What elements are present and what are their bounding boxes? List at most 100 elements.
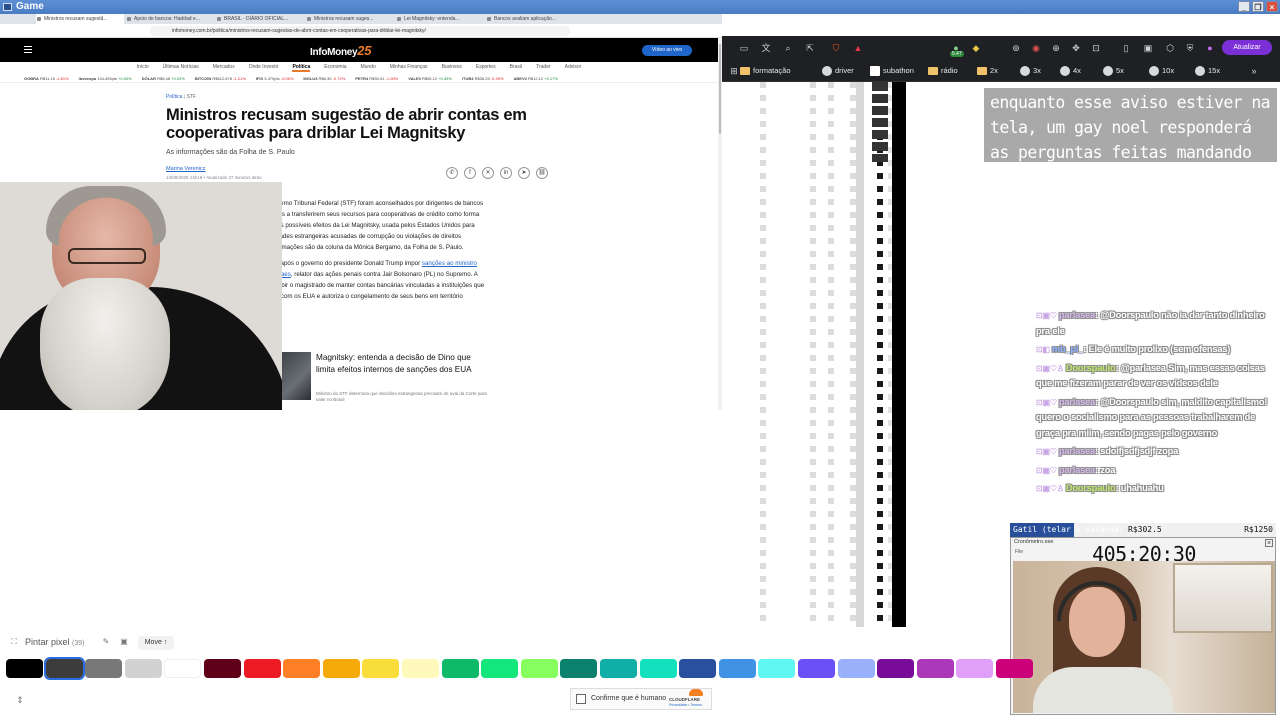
color-swatch[interactable]: [639, 659, 677, 678]
captcha-checkbox[interactable]: [576, 694, 586, 704]
share-icon[interactable]: ⇱: [804, 42, 816, 54]
ticker-item[interactable]: BITCOIN R$612.878 -1,21%: [195, 74, 246, 82]
facebook-icon[interactable]: f: [464, 167, 476, 179]
color-swatch[interactable]: [837, 659, 875, 678]
bookmark-item[interactable]: subathon: [870, 65, 914, 77]
browser-tab[interactable]: Lei Magnitsky: entenda...: [396, 14, 484, 24]
browser-tab[interactable]: BRASIL - DIÁRIO OFICIAL...: [216, 14, 304, 24]
url-field[interactable]: infomoney.com.br/politica/ministros-recu…: [150, 26, 570, 36]
link-icon[interactable]: ⛓: [536, 167, 548, 179]
browser-tab[interactable]: Apoio de bancos: Haddad e...: [126, 14, 214, 24]
brave-shield-icon[interactable]: ⛉: [830, 42, 842, 54]
screenshot-icon[interactable]: ⊡: [1090, 42, 1102, 54]
nav-item[interactable]: Business: [442, 62, 462, 72]
color-swatch[interactable]: [124, 659, 162, 678]
ticker-item[interactable]: IFIX 3.479pts -0,06%: [256, 74, 294, 82]
color-swatch[interactable]: [798, 659, 835, 678]
color-swatch[interactable]: [43, 657, 85, 680]
nav-item[interactable]: Minhas Finanças: [390, 62, 428, 72]
live-video-button[interactable]: Vídeo ao vivo: [642, 45, 692, 56]
color-swatch[interactable]: [996, 659, 1033, 678]
color-swatch[interactable]: [560, 659, 598, 678]
whatsapp-icon[interactable]: ✆: [446, 167, 458, 179]
color-swatch[interactable]: [164, 659, 202, 678]
bookmark-item[interactable]: formatação: [740, 65, 791, 77]
telegram-icon[interactable]: ➤: [518, 167, 530, 179]
hamburger-menu-icon[interactable]: [24, 46, 32, 53]
nav-item[interactable]: Advisor: [565, 62, 582, 72]
ticker-item[interactable]: VALE3 R$55,12 +0,49%: [408, 74, 452, 82]
color-swatch[interactable]: [956, 659, 994, 678]
ticker-item[interactable]: DÓLAR R$5,48 +0,03%: [142, 74, 185, 82]
pencil-icon[interactable]: ✎: [101, 637, 111, 647]
nav-item[interactable]: Início: [137, 62, 149, 72]
color-swatch[interactable]: [402, 659, 439, 678]
ticker-item[interactable]: MGLU3 R$8,30 -0,72%: [303, 74, 345, 82]
wallet-icon[interactable]: ▣: [1142, 42, 1154, 54]
translate-icon[interactable]: 文: [760, 42, 772, 54]
nav-item[interactable]: Mercados: [213, 62, 235, 72]
bookmark-item[interactable]: 4x: [1060, 65, 1081, 77]
bookmark-item[interactable]: 2x: [977, 65, 998, 77]
brave-rewards-icon[interactable]: ▲: [852, 42, 864, 54]
color-swatch[interactable]: [6, 659, 43, 678]
bookmark-item[interactable]: 10x: [1149, 65, 1174, 77]
site-logo[interactable]: InfoMoney25: [310, 43, 371, 58]
ticker-item[interactable]: PETR4 R$30,01 -1,00%: [355, 74, 398, 82]
color-swatch[interactable]: [204, 659, 241, 678]
color-swatch[interactable]: [283, 659, 321, 678]
minimize-button[interactable]: _: [1238, 1, 1250, 12]
nav-item[interactable]: Economia: [324, 62, 346, 72]
color-swatch[interactable]: [916, 659, 954, 678]
update-button[interactable]: Atualizar: [1222, 40, 1272, 55]
bookmark-item[interactable]: 15x: [1195, 65, 1220, 77]
ticker-item[interactable]: ITUB4 R$35,29 -0,39%: [462, 74, 504, 82]
nav-item[interactable]: Trader: [536, 62, 551, 72]
browser-tab[interactable]: Ministros recusam suges...: [306, 14, 394, 24]
sidebar-icon[interactable]: ▯: [1120, 42, 1132, 54]
browser-tab[interactable]: Bancos avaliam aplicação...: [486, 14, 574, 24]
article-author[interactable]: Marina Verenicz: [166, 166, 205, 172]
save-icon[interactable]: ▣: [119, 637, 129, 647]
color-swatch[interactable]: [85, 659, 123, 678]
leo-icon[interactable]: ⛨: [1184, 42, 1196, 54]
color-swatch[interactable]: [441, 659, 479, 678]
color-swatch[interactable]: [877, 659, 915, 678]
ticker-item[interactable]: ABEV3 R$12,12 +0,17%: [514, 74, 558, 82]
browser-tab[interactable]: Ministros recusam sugestã...: [36, 14, 124, 24]
extension-icon[interactable]: ⊕: [1050, 42, 1062, 54]
nav-item[interactable]: Onde Investir: [249, 62, 279, 72]
bookmark-item[interactable]: 5x: [1103, 65, 1124, 77]
bookmark-item[interactable]: 3x: [1020, 65, 1041, 77]
apps-icon[interactable]: ⊞: [728, 65, 740, 77]
x-icon[interactable]: ✕: [482, 167, 494, 179]
color-swatch[interactable]: [481, 659, 519, 678]
cast-icon[interactable]: ▭: [738, 42, 750, 54]
color-swatch[interactable]: [322, 659, 360, 678]
color-swatch[interactable]: [758, 659, 796, 678]
breadcrumb-subsection[interactable]: STF: [187, 94, 196, 100]
bookmark-item[interactable]: rádio: [928, 65, 958, 77]
linkedin-icon[interactable]: in: [500, 167, 512, 179]
nav-item[interactable]: Brasil: [510, 62, 523, 72]
nav-item[interactable]: Esportes: [476, 62, 496, 72]
related-article-thumbnail[interactable]: [278, 352, 311, 400]
scroll-handle-icon[interactable]: ⇕: [14, 693, 26, 707]
nav-item[interactable]: Política: [292, 62, 311, 72]
zoom-icon[interactable]: ⌕: [782, 42, 794, 54]
extension-icon[interactable]: ⊛: [1010, 42, 1022, 54]
record-icon[interactable]: ◉: [1030, 42, 1042, 54]
color-swatch[interactable]: [600, 659, 637, 678]
color-swatch[interactable]: [362, 659, 400, 678]
close-button[interactable]: ×: [1266, 1, 1278, 12]
bookmark-item[interactable]: driver: [822, 65, 854, 77]
profile-icon[interactable]: ●: [1204, 42, 1216, 54]
color-swatch[interactable]: [243, 659, 281, 678]
extension-icon[interactable]: ◆: [970, 42, 982, 54]
expand-icon[interactable]: ⛶: [9, 637, 19, 647]
related-article-title[interactable]: Magnitsky: entenda a decisão de Dino que…: [316, 352, 488, 376]
ticker-item[interactable]: GOBRA R$11,15 -1,81%: [24, 74, 69, 82]
color-swatch[interactable]: [520, 659, 558, 678]
captcha-links[interactable]: Privacidade • Termos: [669, 703, 702, 707]
vpn-icon[interactable]: ⬡: [1164, 42, 1176, 54]
